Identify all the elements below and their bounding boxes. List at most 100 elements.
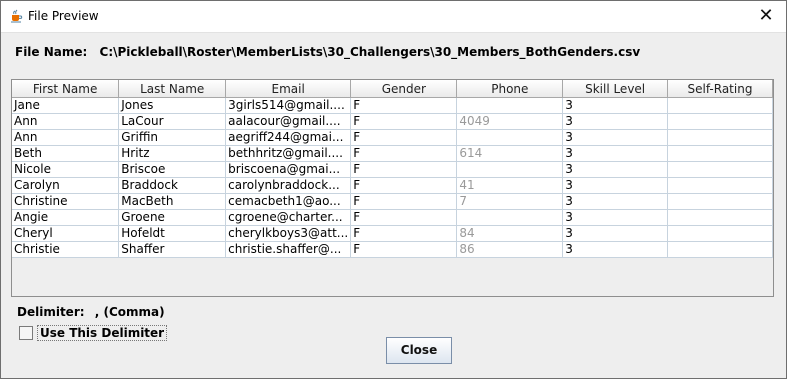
table-cell[interactable]: F [350,177,458,194]
table-row[interactable]: Angie Groene cgroene@charter... F 3 [12,209,774,226]
table-cell[interactable]: F [350,193,458,210]
table-row[interactable]: Ann Griffin aegriff244@gmai... F 3 [12,129,774,146]
table-row[interactable]: Cheryl Hofeldt cherylkboys3@att... F 84 3 [12,225,774,242]
table-cell[interactable]: LaCour [118,113,227,130]
table-cell[interactable]: 4049 [456,113,564,130]
table-cell[interactable]: 3 [562,129,668,146]
table-cell[interactable]: aalacour@gmail.... [225,113,352,130]
use-delimiter-row[interactable]: Use This Delimiter [19,325,168,342]
table-cell[interactable]: 3 [562,193,668,210]
table-row[interactable]: Christie Shaffer christie.shaffer@... F 86 3 [12,241,774,258]
table-cell[interactable]: MacBeth [118,193,227,210]
table-cell[interactable]: Groene [118,209,227,226]
table-cell[interactable]: Angie [12,209,120,226]
table-cell[interactable] [667,193,774,210]
table-cell[interactable]: F [350,97,458,114]
table-cell[interactable]: cgroene@charter... [225,209,352,226]
table-cell[interactable]: 86 [456,241,564,258]
table-cell[interactable]: carolynbraddock... [225,177,352,194]
file-path: C:\Pickleball\Roster\MemberLists\30_Chal… [99,45,641,59]
table-cell[interactable]: 3 [562,113,668,130]
table-cell[interactable]: 7 [456,193,564,210]
table-cell[interactable]: bethhritz@gmail.... [225,145,352,162]
table-cell[interactable]: 614 [456,145,564,162]
table-cell[interactable] [667,97,774,114]
column-header[interactable]: Email [225,80,352,98]
table-cell[interactable] [667,177,774,194]
table-row[interactable]: Christine MacBeth cemacbeth1@ao... F 7 3 [12,193,774,210]
delimiter-row: Delimiter: , (Comma) [17,305,165,319]
table-cell[interactable]: Christine [12,193,120,210]
table-cell[interactable] [456,97,564,114]
table-row[interactable]: Nicole Briscoe briscoena@gmai... F 3 [12,161,774,178]
table-cell[interactable]: 3 [562,225,668,242]
table-cell[interactable]: Griffin [118,129,227,146]
table-cell[interactable]: 3 [562,241,668,258]
table-row[interactable]: Ann LaCour aalacour@gmail.... F 4049 3 [12,113,774,130]
table-cell[interactable]: 41 [456,177,564,194]
table-cell[interactable]: Hritz [118,145,227,162]
column-header[interactable]: Gender [350,80,458,98]
close-button[interactable]: Close [386,337,452,364]
table-cell[interactable] [667,145,774,162]
column-header[interactable]: Last Name [118,80,227,98]
table-cell[interactable]: 84 [456,225,564,242]
table-cell[interactable]: F [350,209,458,226]
table-cell[interactable] [667,209,774,226]
file-preview-dialog: File Preview ✕ File Name: C:\Pickleball\… [0,0,787,379]
close-icon[interactable]: ✕ [752,3,780,29]
table-cell[interactable]: F [350,225,458,242]
column-header[interactable]: Skill Level [562,80,668,98]
table-cell[interactable]: 3 [562,177,668,194]
table-cell[interactable]: Carolyn [12,177,120,194]
column-header[interactable]: Phone [456,80,564,98]
table-cell[interactable]: aegriff244@gmai... [225,129,352,146]
table-cell[interactable]: 3 [562,97,668,114]
use-delimiter-checkbox[interactable] [19,326,33,340]
table-cell[interactable]: cherylkboys3@att... [225,225,352,242]
use-delimiter-label[interactable]: Use This Delimiter [37,325,168,341]
table-cell[interactable]: 3girls514@gmail.... [225,97,352,114]
table-cell[interactable]: F [350,113,458,130]
table-cell[interactable]: Briscoe [118,161,227,178]
table-cell[interactable]: F [350,129,458,146]
delimiter-value: , (Comma) [94,305,165,319]
table-cell[interactable]: Jane [12,97,120,114]
table-cell[interactable] [667,129,774,146]
table-cell[interactable] [667,225,774,242]
table-row[interactable]: Carolyn Braddock carolynbraddock... F 41 3 [12,177,774,194]
table-cell[interactable] [456,161,564,178]
table-cell[interactable]: 3 [562,209,668,226]
table-cell[interactable]: Braddock [118,177,227,194]
table-cell[interactable]: F [350,145,458,162]
table-cell[interactable]: Ann [12,113,120,130]
preview-table-container[interactable]: First Name Last Name Email Gender Phone Skill… [11,79,774,297]
table-row[interactable]: Beth Hritz bethhritz@gmail.... F 614 3 [12,145,774,162]
table-cell[interactable]: Shaffer [118,241,227,258]
title-bar[interactable]: File Preview ✕ [1,1,786,33]
table-cell[interactable]: 3 [562,145,668,162]
table-cell[interactable]: Cheryl [12,225,120,242]
table-cell[interactable]: F [350,241,458,258]
table-cell[interactable] [667,161,774,178]
table-cell[interactable] [456,129,564,146]
table-cell[interactable]: Jones [118,97,227,114]
table-cell[interactable] [667,241,774,258]
table-row[interactable]: Jane Jones 3girls514@gmail.... F 3 [12,97,774,114]
table-cell[interactable]: Nicole [12,161,120,178]
table-cell[interactable]: Beth [12,145,120,162]
table-cell[interactable]: cemacbeth1@ao... [225,193,352,210]
column-header[interactable]: Self-Rating [667,80,774,98]
table-cell[interactable]: Hofeldt [118,225,227,242]
table-cell[interactable]: F [350,161,458,178]
table-cell[interactable] [456,209,564,226]
table-cell[interactable]: 3 [562,161,668,178]
file-name-label: File Name: [15,45,88,59]
table-cell[interactable]: Ann [12,129,120,146]
column-header[interactable]: First Name [12,80,120,98]
table-cell[interactable]: christie.shaffer@... [225,241,352,258]
preview-table: First Name Last Name Email Gender Phone Skill… [12,80,774,258]
table-cell[interactable]: briscoena@gmai... [225,161,352,178]
table-cell[interactable]: Christie [12,241,120,258]
table-cell[interactable] [667,113,774,130]
